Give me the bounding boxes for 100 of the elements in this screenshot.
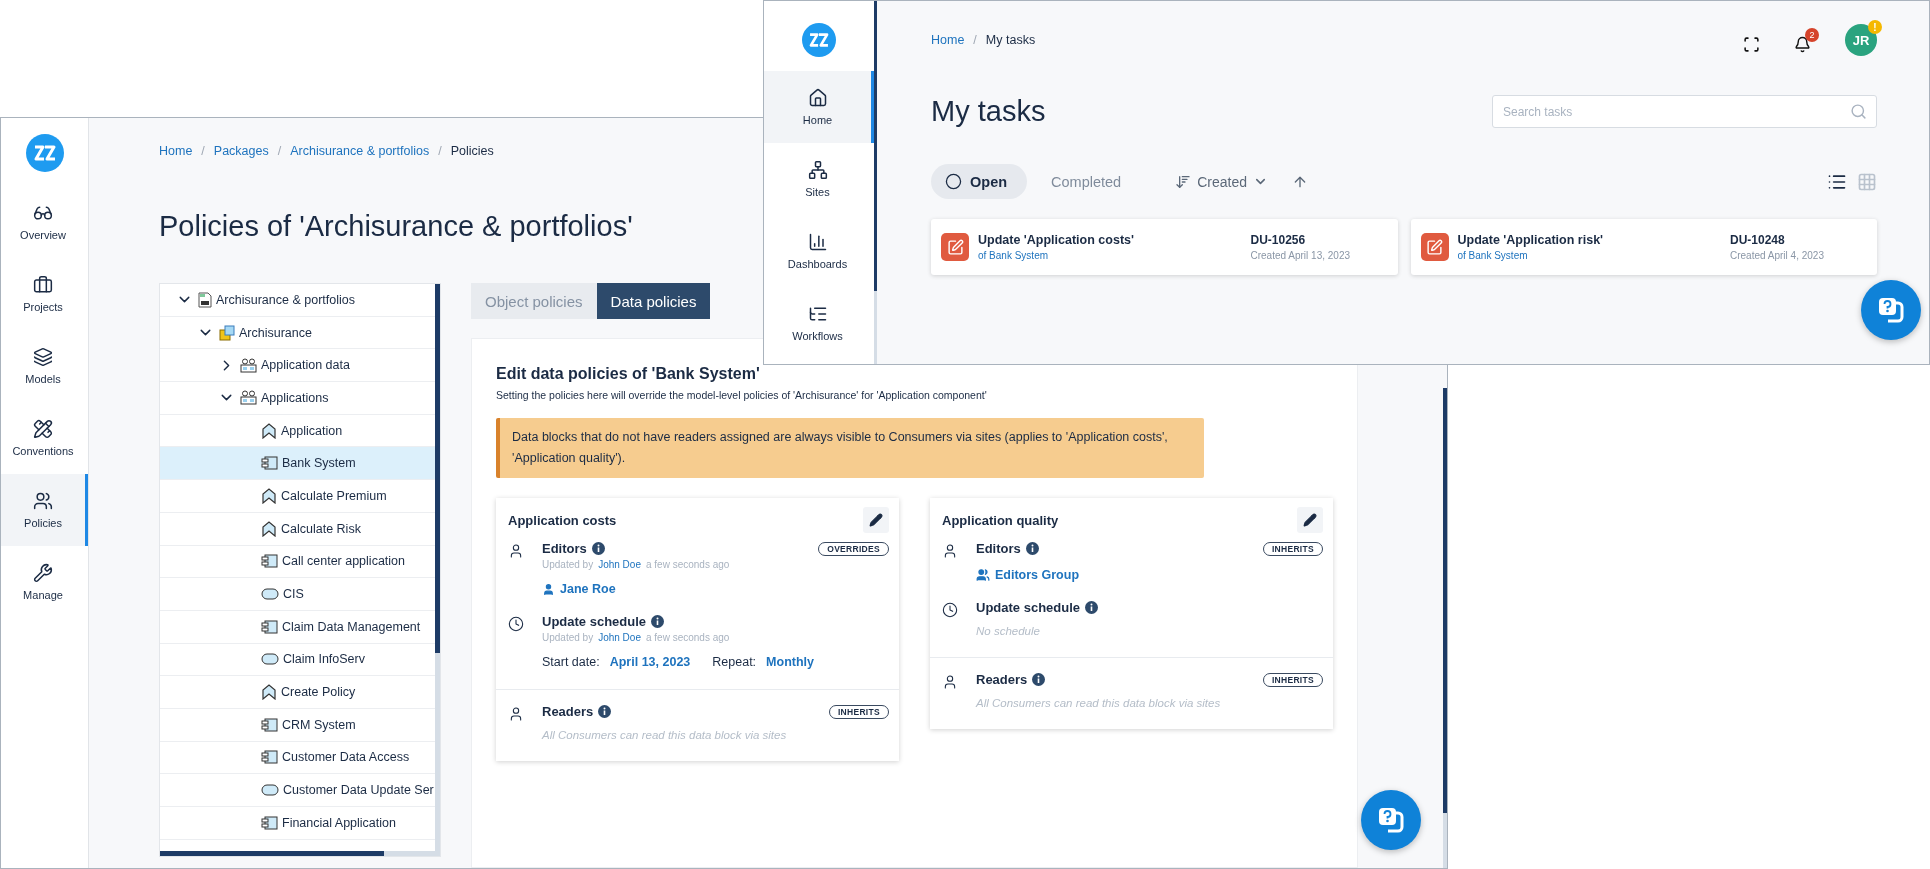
- notification-count: 2: [1805, 27, 1819, 42]
- field-label: Start date:: [542, 655, 600, 669]
- help-icon: [1876, 295, 1906, 325]
- edit-button[interactable]: [863, 507, 889, 533]
- task-date: Created April 13, 2023: [1250, 250, 1351, 261]
- nav-item[interactable]: Conventions: [1, 402, 88, 474]
- search-field[interactable]: Search tasks: [1492, 95, 1877, 128]
- task-title: Update 'Application costs': [978, 233, 1135, 247]
- sidebar-scrollbar[interactable]: [874, 1, 877, 364]
- info-icon[interactable]: [651, 615, 665, 628]
- horizontal-scrollbar[interactable]: [160, 851, 440, 856]
- person-icon: [508, 543, 524, 559]
- sort-icon: [1175, 173, 1192, 190]
- component-icon: [261, 750, 278, 765]
- task-title: Update 'Application risk': [1457, 233, 1605, 247]
- field-value-link[interactable]: April 13, 2023: [609, 655, 691, 669]
- updated-label: Updated by: [542, 632, 594, 643]
- nav-icon: [807, 160, 828, 180]
- function-icon: [261, 684, 277, 701]
- page-title: Policies of 'Archisurance & portfolios': [159, 210, 633, 243]
- tab[interactable]: Data policies: [596, 283, 711, 319]
- component-icon: [261, 554, 278, 569]
- assignee-link[interactable]: Jane Roe: [542, 582, 889, 596]
- nav-icon: [807, 304, 828, 324]
- nav-item[interactable]: Workflows: [764, 287, 874, 359]
- tree-item[interactable]: Bank System: [160, 447, 435, 481]
- filter-tab[interactable]: Open: [931, 164, 1028, 199]
- task-card[interactable]: Update 'Application costs' of Bank System DU-10256 Created April 13, 2023: [931, 219, 1398, 275]
- breadcrumb-link[interactable]: My tasks: [985, 33, 1036, 47]
- updated-label: Updated by: [542, 559, 594, 570]
- sort-button[interactable]: Created: [1169, 172, 1274, 191]
- info-icon[interactable]: [1032, 673, 1046, 686]
- nav-icon: [33, 491, 53, 511]
- nav-icon: [33, 203, 53, 223]
- user-icon: [542, 582, 555, 596]
- service-icon: [261, 588, 279, 601]
- page-scrollbar[interactable]: [1443, 388, 1447, 868]
- nav-icon: [33, 275, 53, 295]
- vertical-scrollbar[interactable]: [435, 284, 440, 851]
- nav-item[interactable]: Policies: [1, 474, 88, 546]
- task-card[interactable]: Update 'Application risk' of Bank System DU-10248 Created April 4, 2023: [1410, 219, 1877, 275]
- notifications-button[interactable]: 2: [1794, 27, 1819, 53]
- nav-icon: [807, 88, 828, 108]
- nav-item[interactable]: Dashboards: [764, 215, 874, 287]
- field-value-link[interactable]: Monthly: [766, 655, 814, 669]
- editor-title: Edit data policies of 'Bank System': [496, 365, 761, 383]
- circle-icon: [945, 173, 962, 190]
- function-icon: [261, 487, 277, 504]
- nav-item[interactable]: Projects: [1, 258, 88, 330]
- logo-icon: [25, 134, 64, 172]
- user-link[interactable]: John Doe: [598, 559, 641, 570]
- nav-icon: [33, 419, 53, 439]
- edit-button[interactable]: [1297, 507, 1323, 533]
- updated-time: a few seconds ago: [645, 559, 730, 570]
- section-label: Editors: [976, 541, 1021, 556]
- folder-icon: [240, 390, 257, 406]
- nav-item[interactable]: Sites: [764, 143, 874, 215]
- help-button[interactable]: [1361, 790, 1421, 850]
- person-icon: [942, 674, 958, 690]
- nav-item[interactable]: Manage: [1, 546, 88, 618]
- component-icon: [261, 456, 278, 471]
- breadcrumb-separator: /: [438, 144, 442, 158]
- breadcrumb-link[interactable]: Archisurance & portfolios: [290, 144, 430, 158]
- nav-item[interactable]: Home: [764, 71, 874, 143]
- user-link[interactable]: John Doe: [598, 632, 641, 643]
- task-date: Created April 4, 2023: [1730, 250, 1825, 261]
- assignee-link[interactable]: Editors Group: [976, 568, 1323, 582]
- clock-icon: [508, 616, 524, 632]
- service-icon: [261, 784, 279, 797]
- logo-icon: [802, 23, 836, 57]
- breadcrumb-link[interactable]: Packages: [213, 144, 269, 158]
- breadcrumb-link[interactable]: Home: [159, 144, 193, 158]
- alert-badge: !: [1868, 20, 1882, 34]
- person-icon: [942, 543, 958, 559]
- info-icon[interactable]: [598, 705, 612, 718]
- nav-item[interactable]: Overview: [1, 186, 88, 258]
- breadcrumb-link[interactable]: Policies: [450, 144, 494, 158]
- info-icon[interactable]: [1085, 601, 1099, 614]
- section-label: Update schedule: [976, 600, 1081, 615]
- help-button[interactable]: [1861, 280, 1921, 340]
- breadcrumb-link[interactable]: Home: [931, 33, 965, 47]
- section-label: Readers: [542, 704, 594, 719]
- breadcrumb-separator: /: [277, 144, 282, 158]
- help-icon: [1376, 805, 1406, 835]
- nav-icon: [33, 347, 53, 367]
- empty-note: All Consumers can read this data block via sites: [542, 729, 788, 741]
- function-icon: [261, 520, 277, 537]
- warning-message: Data blocks that do not have readers assigned are always visible to Consumers via sites (applies to 'Application costs', 'Application quality').: [496, 418, 1204, 478]
- nav-item[interactable]: Models: [1, 330, 88, 402]
- task-subtitle: of Bank System: [978, 250, 1050, 261]
- editor-subtitle: Setting the policies here will override the model-level policies of 'Archisurance' for 'Application component': [496, 389, 988, 401]
- info-icon[interactable]: [1025, 542, 1039, 555]
- task-subtitle: of Bank System: [1457, 250, 1529, 261]
- info-icon[interactable]: [591, 542, 605, 555]
- section-label: Editors: [542, 541, 587, 556]
- section-label: Update schedule: [542, 614, 647, 629]
- page-title: My tasks: [931, 95, 1046, 128]
- breadcrumb-separator: /: [201, 144, 205, 158]
- service-icon: [261, 653, 279, 666]
- pencil-icon: [869, 513, 883, 527]
